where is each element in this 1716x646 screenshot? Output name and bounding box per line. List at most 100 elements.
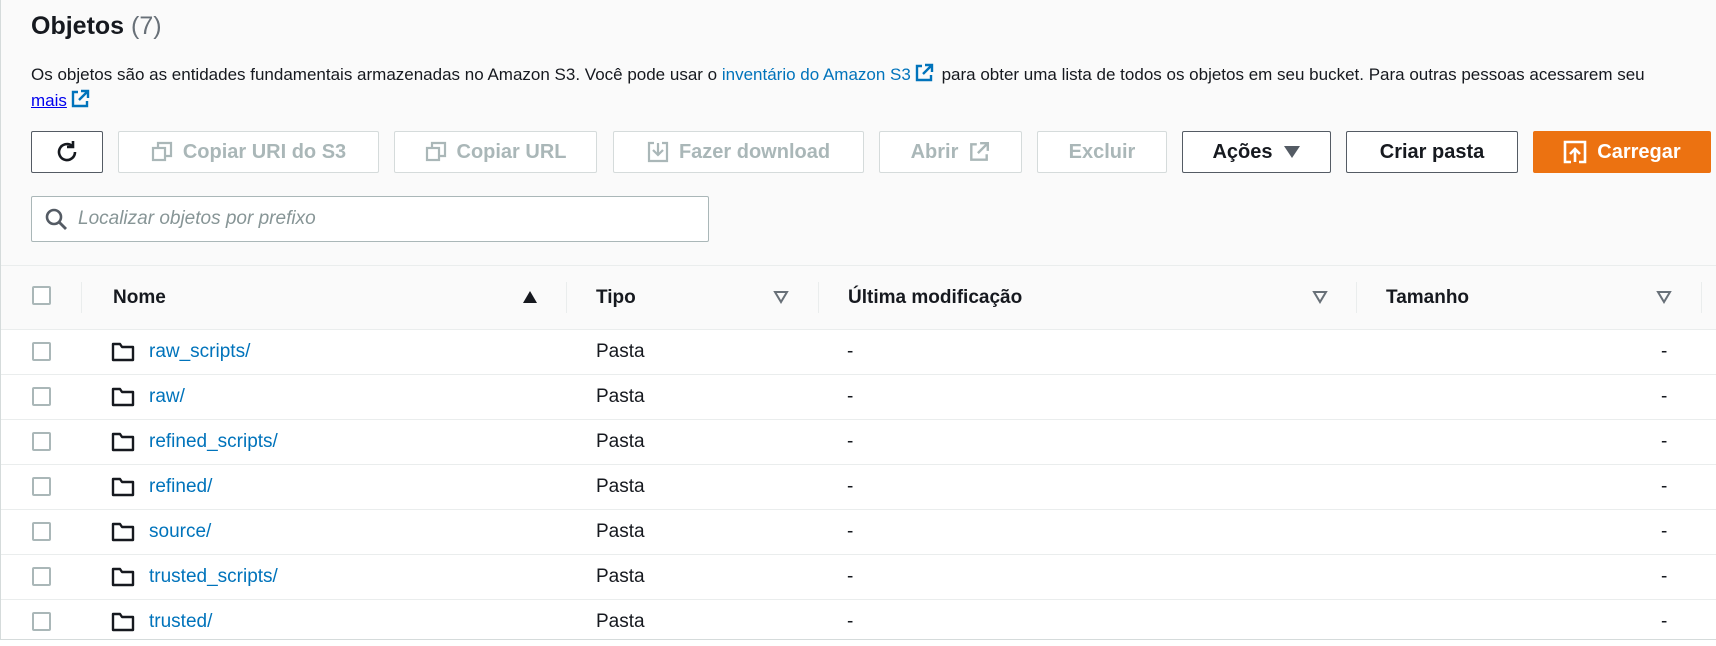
copy-url-label: Copiar URL [456, 140, 567, 163]
search-icon [45, 208, 67, 230]
sort-ascending-icon[interactable] [522, 290, 538, 304]
objects-panel: Objetos (7) Os objetos são as entidades … [0, 0, 1716, 640]
row-checkbox[interactable] [32, 612, 51, 631]
create-folder-label: Criar pasta [1379, 140, 1485, 163]
delete-label: Excluir [1068, 140, 1136, 163]
refresh-button[interactable] [31, 131, 103, 173]
object-size: - [1661, 431, 1668, 452]
create-folder-button[interactable]: Criar pasta [1346, 131, 1518, 173]
search-box [31, 196, 709, 242]
open-button[interactable]: Abrir [879, 131, 1022, 173]
table-row[interactable]: refined/ Pasta - - [1, 465, 1716, 510]
delete-button[interactable]: Excluir [1037, 131, 1167, 173]
row-checkbox[interactable] [32, 432, 51, 451]
object-last-modified: - [847, 521, 854, 542]
description: Os objetos são as entidades fundamentais… [31, 60, 1716, 90]
sort-descending-icon[interactable] [773, 290, 789, 304]
folder-icon [111, 387, 135, 407]
download-label: Fazer download [678, 140, 831, 163]
column-divider [818, 282, 819, 313]
object-type: Pasta [596, 341, 645, 362]
caret-down-icon [1283, 146, 1300, 158]
upload-icon [1563, 140, 1587, 164]
description-more: mais [31, 88, 93, 114]
external-link-icon [71, 89, 90, 108]
folder-icon [111, 522, 135, 542]
actions-label: Ações [1212, 140, 1273, 163]
object-size: - [1661, 341, 1668, 362]
object-name-link[interactable]: trusted/ [149, 600, 212, 639]
column-header-last-modified[interactable]: Última modificação [848, 266, 1022, 329]
object-type: Pasta [596, 521, 645, 542]
table-header: Nome Tipo Última modificação Tamanho [1, 266, 1716, 330]
external-link-icon [970, 141, 990, 161]
folder-icon [111, 612, 135, 632]
object-name-link[interactable]: source/ [149, 510, 211, 554]
object-name-link[interactable]: raw/ [149, 375, 185, 419]
object-type: Pasta [596, 476, 645, 497]
page-title: Objetos (7) [31, 12, 162, 41]
object-name-link[interactable]: raw_scripts/ [149, 330, 250, 374]
table-row[interactable]: refined_scripts/ Pasta - - [1, 420, 1716, 465]
refresh-icon [57, 141, 77, 162]
table-row[interactable]: source/ Pasta - - [1, 510, 1716, 555]
column-divider [1701, 282, 1702, 313]
description-text-1: Os objetos são as entidades fundamentais… [31, 65, 722, 84]
sort-descending-icon[interactable] [1656, 290, 1672, 304]
object-size: - [1661, 566, 1668, 587]
row-checkbox[interactable] [32, 387, 51, 406]
folder-icon [111, 567, 135, 587]
row-checkbox[interactable] [32, 342, 51, 361]
object-size: - [1661, 386, 1668, 407]
download-icon [647, 141, 669, 163]
object-name-link[interactable]: refined/ [149, 465, 212, 509]
column-divider [566, 282, 567, 313]
object-last-modified: - [847, 341, 854, 362]
object-last-modified: - [847, 386, 854, 407]
column-divider [81, 282, 82, 313]
object-name-link[interactable]: refined_scripts/ [149, 420, 278, 464]
download-button[interactable]: Fazer download [613, 131, 864, 173]
copy-icon [151, 141, 172, 162]
column-header-size[interactable]: Tamanho [1386, 266, 1469, 329]
sort-descending-icon[interactable] [1312, 290, 1328, 304]
external-link-icon [915, 63, 934, 82]
object-size: - [1661, 521, 1668, 542]
table-row[interactable]: raw/ Pasta - - [1, 375, 1716, 420]
upload-label: Carregar [1597, 140, 1681, 163]
object-name-link[interactable]: trusted_scripts/ [149, 555, 278, 599]
table-row[interactable]: raw_scripts/ Pasta - - [1, 330, 1716, 375]
column-divider [1356, 282, 1357, 313]
copy-s3-uri-button[interactable]: Copiar URI do S3 [118, 131, 379, 173]
actions-dropdown[interactable]: Ações [1182, 131, 1331, 173]
table-row[interactable]: trusted_scripts/ Pasta - - [1, 555, 1716, 600]
object-size: - [1661, 476, 1668, 497]
upload-button[interactable]: Carregar [1533, 131, 1711, 173]
row-checkbox[interactable] [32, 567, 51, 586]
copy-s3-uri-label: Copiar URI do S3 [182, 140, 347, 163]
object-count: (7) [131, 12, 162, 40]
row-checkbox[interactable] [32, 522, 51, 541]
title-text: Objetos [31, 12, 125, 40]
select-all-checkbox[interactable] [32, 286, 51, 305]
table-row[interactable]: trusted/ Pasta - - [1, 600, 1716, 639]
object-size: - [1661, 611, 1668, 632]
object-type: Pasta [596, 386, 645, 407]
open-label: Abrir [910, 140, 959, 163]
inventory-link[interactable]: inventário do Amazon S3 [722, 65, 911, 84]
copy-url-button[interactable]: Copiar URL [394, 131, 597, 173]
search-input[interactable] [76, 207, 680, 231]
object-last-modified: - [847, 476, 854, 497]
object-type: Pasta [596, 566, 645, 587]
folder-icon [111, 342, 135, 362]
column-header-type[interactable]: Tipo [596, 266, 636, 329]
object-last-modified: - [847, 566, 854, 587]
column-header-name[interactable]: Nome [113, 266, 166, 329]
row-checkbox[interactable] [32, 477, 51, 496]
objects-table: Nome Tipo Última modificação Tamanho raw… [1, 266, 1716, 639]
table-body: raw_scripts/ Pasta - - raw/ Pasta - - re… [1, 330, 1716, 639]
object-last-modified: - [847, 431, 854, 452]
description-text-2: para obter uma lista de todos os objetos… [936, 65, 1645, 84]
learn-more-link[interactable]: mais [31, 91, 67, 110]
copy-icon [425, 141, 446, 162]
